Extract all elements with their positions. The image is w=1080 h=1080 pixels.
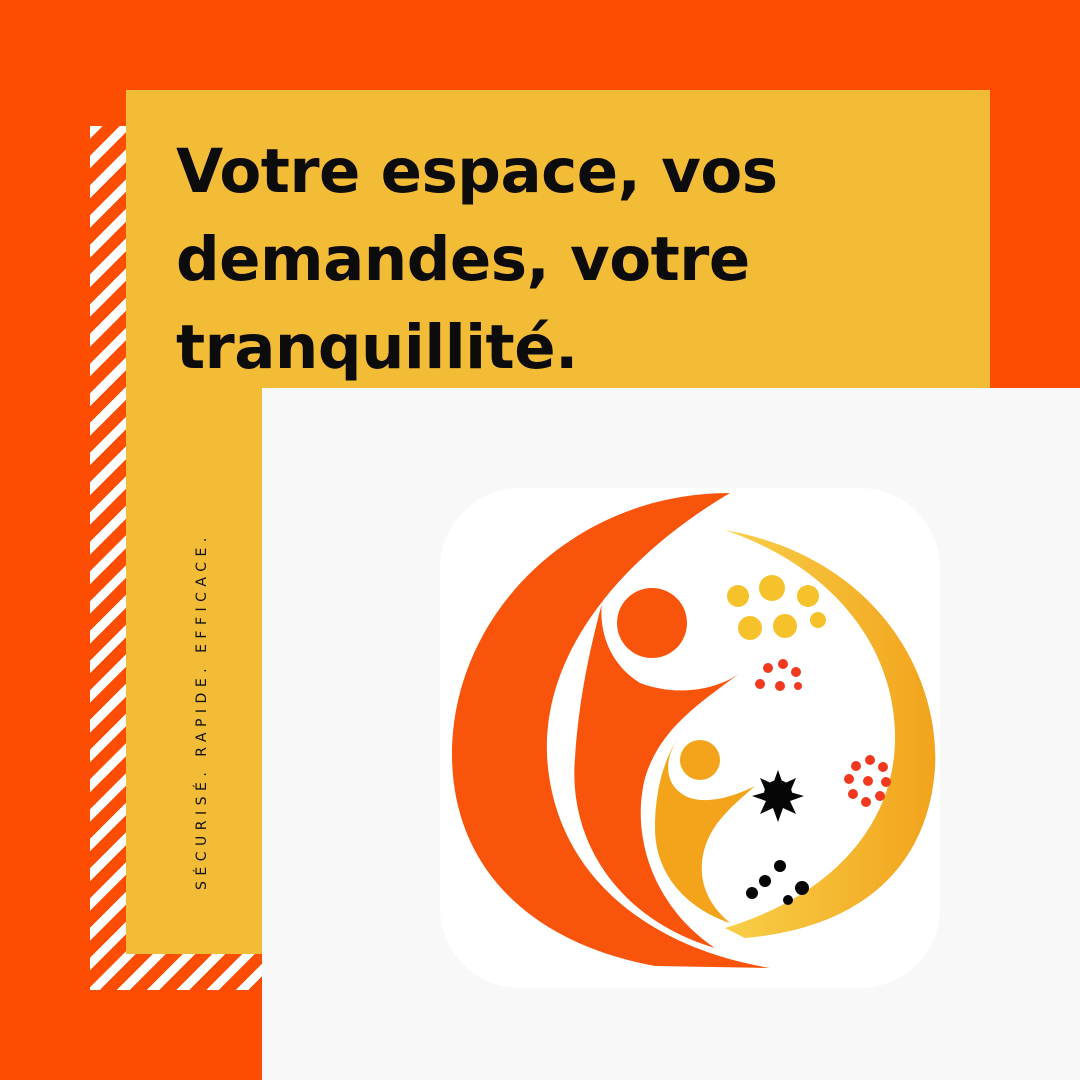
logo-child-head — [680, 740, 720, 780]
headline-line-1: Votre espace, vos — [176, 136, 778, 207]
headline-line-2: demandes, votre — [176, 224, 750, 295]
logo-adult-head — [617, 588, 687, 658]
family-circle-logo-icon — [440, 488, 940, 988]
headline-line-3: tranquillité. — [176, 312, 578, 383]
headline: Votre espace, vos demandes, votre tranqu… — [176, 128, 956, 392]
vertical-tagline: SÉCURISÉ. RAPIDE. EFFICACE. — [194, 532, 210, 890]
